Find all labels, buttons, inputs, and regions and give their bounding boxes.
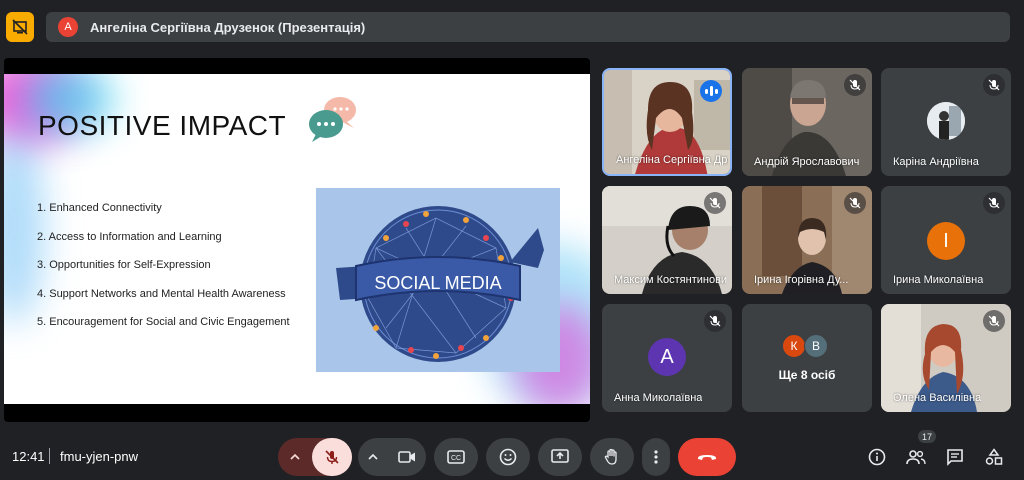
more-vert-icon [654, 450, 658, 464]
chat-icon[interactable] [944, 446, 966, 468]
presenter-banner[interactable]: А Ангеліна Сергіївна Друзенок (Презентац… [46, 12, 1010, 42]
camera-icon[interactable] [388, 450, 426, 464]
meeting-code: fmu-yjen-pnw [60, 449, 139, 464]
more-options-button[interactable] [642, 438, 670, 476]
activities-icon[interactable] [983, 446, 1005, 468]
captions-button[interactable]: CC [434, 438, 478, 476]
meeting-details-icon[interactable] [866, 446, 888, 468]
participant-tile[interactable]: I Ірина Миколаївна [881, 186, 1011, 294]
participant-tile[interactable]: Олена Василівна [881, 304, 1011, 412]
social-media-banner-text: SOCIAL MEDIA [374, 273, 501, 293]
present-screen-button[interactable] [538, 438, 582, 476]
participant-name: Каріна Андріївна [893, 156, 979, 168]
bottom-bar: 12:41 fmu-yjen-pnw CC 17 [0, 428, 1024, 480]
present-icon [551, 449, 569, 463]
captions-icon: CC [447, 450, 465, 464]
participant-tile[interactable]: A Анна Миколаївна [602, 304, 732, 412]
participant-name: Максим Костянтинович [614, 274, 726, 286]
slide-bullet: 4. Support Networks and Mental Health Aw… [37, 287, 286, 300]
participant-avatar: A [648, 338, 686, 376]
mic-options-chevron-icon[interactable] [278, 453, 312, 461]
slide-title: POSITIVE IMPACT [38, 110, 287, 141]
camera-control[interactable] [358, 438, 426, 476]
participant-tile[interactable]: Каріна Андріївна [881, 68, 1011, 176]
emoji-icon [499, 448, 517, 466]
participant-tile[interactable]: Ірина Ігорівна Ду... [742, 186, 872, 294]
mic-off-icon [704, 192, 726, 214]
presentation-slide: POSITIVE IMPACT 1. Enhanced Connectivity… [4, 74, 590, 404]
participant-photo-avatar [927, 102, 965, 140]
svg-text:CC: CC [451, 455, 461, 462]
speaking-indicator-icon [700, 80, 722, 102]
slide-bullet: 3. Opportunities for Self-Expression [37, 259, 211, 272]
hang-up-icon [697, 455, 717, 460]
slide-bullet: 2. Access to Information and Learning [37, 230, 222, 243]
meeting-clock: 12:41 [12, 449, 45, 464]
social-media-illustration: SOCIAL MEDIA [316, 188, 560, 372]
more-participants-tile[interactable]: К В Ще 8 осіб [742, 304, 872, 412]
slide-bullet: 5. Encouragement for Social and Civic En… [37, 316, 290, 329]
slide-bullet: 1. Enhanced Connectivity [37, 202, 162, 214]
hand-icon [604, 448, 617, 465]
more-participants-avatars: К В [782, 334, 828, 358]
participant-name: Ірина Ігорівна Ду... [754, 274, 849, 286]
participant-avatar: I [927, 222, 965, 260]
mic-off-icon [983, 192, 1005, 214]
raise-hand-button[interactable] [590, 438, 634, 476]
participant-tile[interactable]: Максим Костянтинович [602, 186, 732, 294]
participant-tile[interactable]: Андрій Ярославович [742, 68, 872, 176]
participant-tile[interactable]: Ангеліна Сергіївна Друзенок [602, 68, 732, 176]
mic-off-button[interactable] [312, 438, 352, 476]
mic-off-icon [325, 450, 339, 464]
participant-name: Ірина Миколаївна [893, 274, 984, 286]
presenter-label: Ангеліна Сергіївна Друзенок (Презентація… [90, 19, 366, 35]
participant-avatar: К [782, 334, 806, 358]
participant-name: Анна Миколаївна [614, 392, 703, 404]
mic-off-icon [844, 74, 866, 96]
top-bar: А Ангеліна Сергіївна Друзенок (Презентац… [0, 0, 1024, 56]
reactions-button[interactable] [486, 438, 530, 476]
people-icon[interactable] [905, 446, 927, 468]
microphone-control[interactable] [278, 438, 352, 476]
participant-name: Олена Василівна [893, 392, 982, 404]
divider [49, 448, 50, 464]
mic-off-icon [983, 74, 1005, 96]
mic-off-icon [983, 310, 1005, 332]
participant-avatar: В [804, 334, 828, 358]
mic-off-icon [704, 310, 726, 332]
camera-options-chevron-icon[interactable] [358, 453, 388, 461]
chat-bubbles-icon [304, 94, 364, 144]
mic-off-icon [844, 192, 866, 214]
more-participants-label: Ще 8 осіб [778, 368, 836, 382]
participant-name: Андрій Ярославович [754, 156, 860, 168]
participants-count-badge: 17 [918, 430, 936, 443]
slide-bullet-list: 1. Enhanced Connectivity 2. Access to In… [37, 201, 290, 344]
participant-name: Ангеліна Сергіївна Друзенок [616, 154, 728, 166]
presenter-avatar: А [58, 17, 78, 37]
stop-presenting-icon[interactable] [6, 12, 34, 42]
leave-call-button[interactable] [678, 438, 736, 476]
